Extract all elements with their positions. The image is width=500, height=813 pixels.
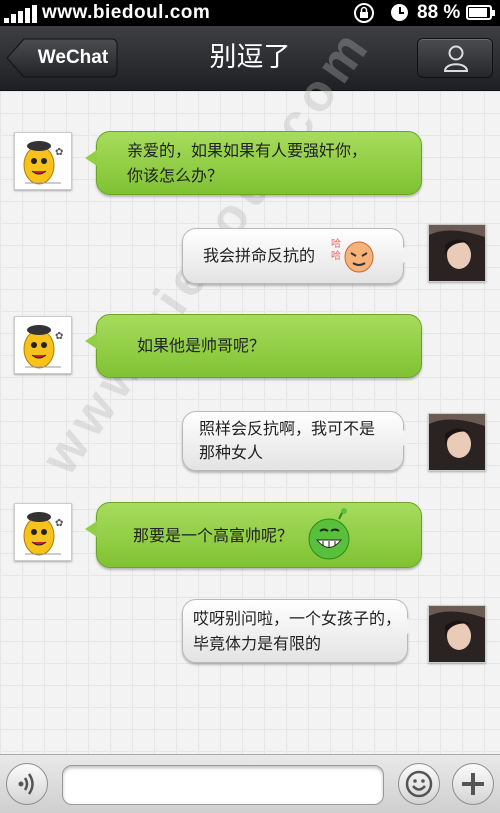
- avatar-bean[interactable]: ✿: [14, 316, 72, 374]
- alarm-clock-icon: [391, 4, 408, 21]
- message-4-line-1: 照样会反抗啊，我可不是: [199, 419, 376, 438]
- message-bubble-3[interactable]: 如果他是帅哥呢？: [85, 314, 422, 378]
- svg-text:✿: ✿: [55, 147, 63, 158]
- message-bubble-1[interactable]: 亲爱的，如果如果有人要强奸你， 你该怎么办？: [85, 131, 422, 195]
- avatar-girl[interactable]: [428, 605, 486, 663]
- back-button-label: WeChat: [37, 47, 109, 68]
- emoji-button[interactable]: [398, 763, 440, 805]
- bean-cartoon-avatar: ✿: [23, 141, 63, 185]
- girl-photo-avatar: [429, 414, 485, 470]
- battery-percentage: 88 %: [417, 2, 461, 23]
- message-bubble-4[interactable]: 照样会反抗啊，我可不是 那种女人: [182, 411, 415, 471]
- status-site-text: www.biedoul.com: [42, 2, 211, 23]
- message-input[interactable]: [62, 765, 384, 805]
- nav-bar: WeChat 别逗了: [0, 26, 500, 91]
- green-grin-sticker: [308, 508, 350, 560]
- back-button[interactable]: WeChat: [6, 38, 118, 78]
- person-icon: [443, 45, 469, 72]
- message-bubble-5[interactable]: 那要是一个高富帅呢？: [85, 502, 422, 568]
- message-bubble-2[interactable]: 我会拼命反抗的 哈 哈: [182, 228, 415, 284]
- avatar-girl[interactable]: [428, 413, 486, 471]
- plus-button[interactable]: [452, 763, 494, 805]
- message-5-line-1: 那要是一个高富帅呢？: [133, 526, 294, 545]
- battery-icon: [466, 5, 495, 20]
- status-bar: www.biedoul.com 88 %: [0, 0, 500, 26]
- svg-text:哈: 哈: [331, 249, 341, 262]
- input-bar: [0, 754, 500, 813]
- profile-button[interactable]: [417, 38, 493, 78]
- rotation-lock-icon: [354, 3, 374, 23]
- message-4-line-2: 那种女人: [199, 443, 264, 462]
- message-1-line-2: 你该怎么办？: [127, 166, 224, 185]
- message-3-line-1: 如果他是帅哥呢？: [137, 336, 266, 355]
- voice-icon: [18, 773, 34, 795]
- bean-cartoon-avatar: ✿: [23, 325, 63, 369]
- message-bubble-6[interactable]: 哎呀别问啦，一个女孩子的， 毕竟体力是有限的: [182, 599, 419, 663]
- girl-photo-avatar: [429, 225, 485, 281]
- angry-face-sticker: 哈 哈: [331, 237, 374, 273]
- signal-icon: [4, 5, 38, 23]
- smiley-icon: [405, 770, 433, 798]
- avatar-bean[interactable]: ✿: [14, 503, 72, 561]
- chat-area[interactable]: www.biedoul.com ✿ 亲爱的，如果如果有人要强奸你， 你该怎么办？…: [0, 17, 500, 754]
- plus-icon: [462, 773, 484, 795]
- message-2-line-1: 我会拼命反抗的: [203, 246, 316, 265]
- avatar-girl[interactable]: [428, 224, 486, 282]
- avatar-bean[interactable]: ✿: [14, 132, 72, 190]
- message-6-line-2: 毕竟体力是有限的: [193, 634, 322, 653]
- svg-text:✿: ✿: [55, 518, 63, 529]
- bean-cartoon-avatar: ✿: [23, 512, 63, 556]
- message-6-line-1: 哎呀别问啦，一个女孩子的，: [193, 609, 402, 628]
- message-1-line-1: 亲爱的，如果如果有人要强奸你，: [127, 141, 368, 160]
- svg-text:哈: 哈: [331, 237, 341, 250]
- voice-button[interactable]: [6, 763, 48, 805]
- girl-photo-avatar: [429, 606, 485, 662]
- svg-text:✿: ✿: [55, 331, 63, 342]
